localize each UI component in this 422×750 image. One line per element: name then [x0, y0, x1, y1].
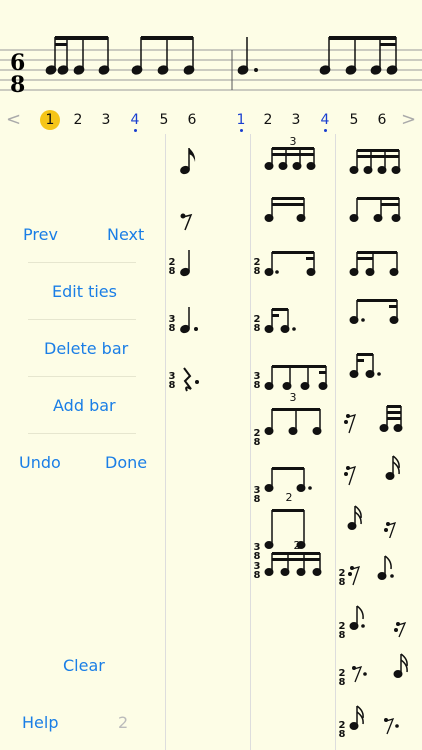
done-button[interactable]: Done	[105, 453, 147, 472]
scroll-right-arrow[interactable]: >	[401, 109, 416, 130]
duplet-sixteenths-icon[interactable]: 2	[263, 538, 333, 580]
sixteenth-dotted-eighth-rest-icon[interactable]	[348, 704, 418, 738]
sixteenth-rest-two-thirtyseconds-icon[interactable]	[340, 402, 420, 436]
tuplet-3-label: 3	[290, 391, 297, 404]
sixteenth-rest-dotted-eighth-icon[interactable]	[348, 554, 418, 588]
eighth-note-icon[interactable]	[176, 144, 206, 178]
divider	[28, 262, 136, 263]
divider	[28, 376, 136, 377]
beat-5-bar2[interactable]: 5	[344, 112, 364, 128]
delete-bar-button[interactable]: Delete bar	[44, 339, 128, 358]
edit-sidebar: Prev Next Edit ties Delete bar Add bar U…	[0, 134, 165, 750]
add-bar-button[interactable]: Add bar	[53, 396, 116, 415]
four-sixteenths-icon[interactable]	[348, 144, 418, 178]
beat-1-selected[interactable]: 1	[40, 110, 60, 130]
divider	[28, 319, 136, 320]
eighth-rest-icon[interactable]	[178, 208, 198, 232]
beat-2-bar2[interactable]: 2	[258, 112, 278, 128]
triplet-eighths-icon[interactable]: 3	[263, 389, 333, 439]
help-button[interactable]: Help	[22, 713, 58, 732]
beat-1-bar2[interactable]: 1	[231, 112, 251, 132]
quarter-note-icon[interactable]	[178, 246, 198, 280]
tuplet-3-label: 3	[290, 135, 297, 148]
triplet-sixteenths-icon[interactable]: 3	[261, 134, 331, 174]
edit-ties-button[interactable]: Edit ties	[52, 282, 117, 301]
page-count: 2	[118, 713, 129, 732]
beat-3-bar2[interactable]: 3	[286, 112, 306, 128]
beat-2[interactable]: 2	[68, 112, 88, 128]
eighth-two-sixteenths-icon[interactable]	[348, 192, 418, 226]
sixteenth-dotted-eighth-icon[interactable]	[263, 303, 323, 337]
two-sixteenths-eighth-icon[interactable]	[348, 246, 418, 280]
beat-4[interactable]: 4	[125, 112, 145, 132]
prev-button[interactable]: Prev	[23, 225, 58, 244]
beat-6-bar2[interactable]: 6	[372, 112, 392, 128]
dotted-quarter-note-icon[interactable]	[178, 303, 204, 337]
sixteenth-sixteenth-rest-icon[interactable]	[340, 504, 420, 538]
undo-button[interactable]: Undo	[19, 453, 61, 472]
clear-button[interactable]: Clear	[63, 656, 105, 675]
divider	[28, 433, 136, 434]
two-sixteenths-icon[interactable]	[261, 192, 321, 226]
dotted-eighth-sixteenth-pair-icon[interactable]	[348, 294, 418, 328]
beat-5[interactable]: 5	[154, 112, 174, 128]
beat-counter-row: < 1 2 3 4 5 6 1 2 3 4 5 6 >	[0, 108, 422, 134]
time-sig-bottom: 8	[10, 72, 25, 98]
sixteenth-rest-sixteenth-icon[interactable]	[340, 454, 420, 488]
sixteenth-dotted-eighth-pair-icon[interactable]	[348, 348, 418, 382]
dotted-eighth-sixteenth-rest-icon[interactable]	[348, 604, 418, 638]
dotted-eighth-sixteenth-icon[interactable]	[263, 246, 323, 280]
beat-4-bar2[interactable]: 4	[315, 112, 335, 132]
palette-column-groups: 3 28 28 38 2 8 3 3 8 3 8 2 3 8 2	[250, 134, 336, 750]
palette-column-basic: 28 38 38	[165, 134, 251, 750]
palette-column-sixteenths: 28 28 28 2 8	[335, 134, 422, 750]
dotted-eighth-rest-sixteenth-icon[interactable]	[348, 652, 418, 686]
beat-3[interactable]: 3	[96, 112, 116, 128]
dotted-quarter-rest-icon[interactable]	[178, 360, 204, 394]
tuplet-2-label: 2	[286, 491, 293, 504]
scroll-left-arrow[interactable]: <	[6, 109, 21, 130]
music-staff[interactable]: 6 8	[0, 0, 422, 108]
tuplet-2-label: 2	[294, 539, 301, 552]
next-button[interactable]: Next	[107, 225, 144, 244]
beat-6[interactable]: 6	[182, 112, 202, 128]
